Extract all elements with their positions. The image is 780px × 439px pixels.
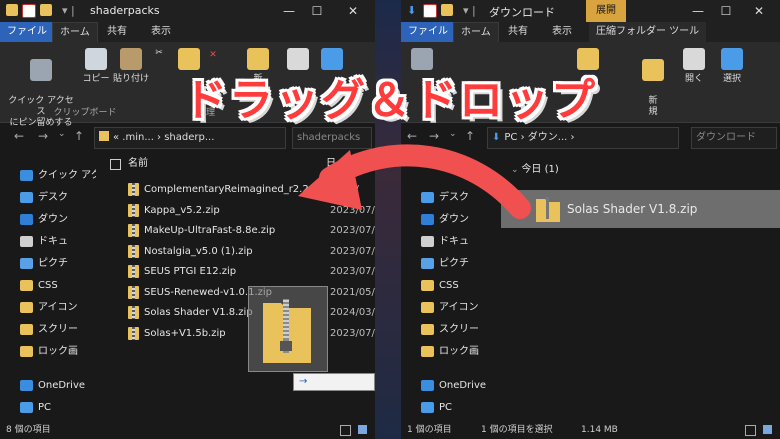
page-title: ドラッグ＆ドロップ <box>183 75 597 126</box>
